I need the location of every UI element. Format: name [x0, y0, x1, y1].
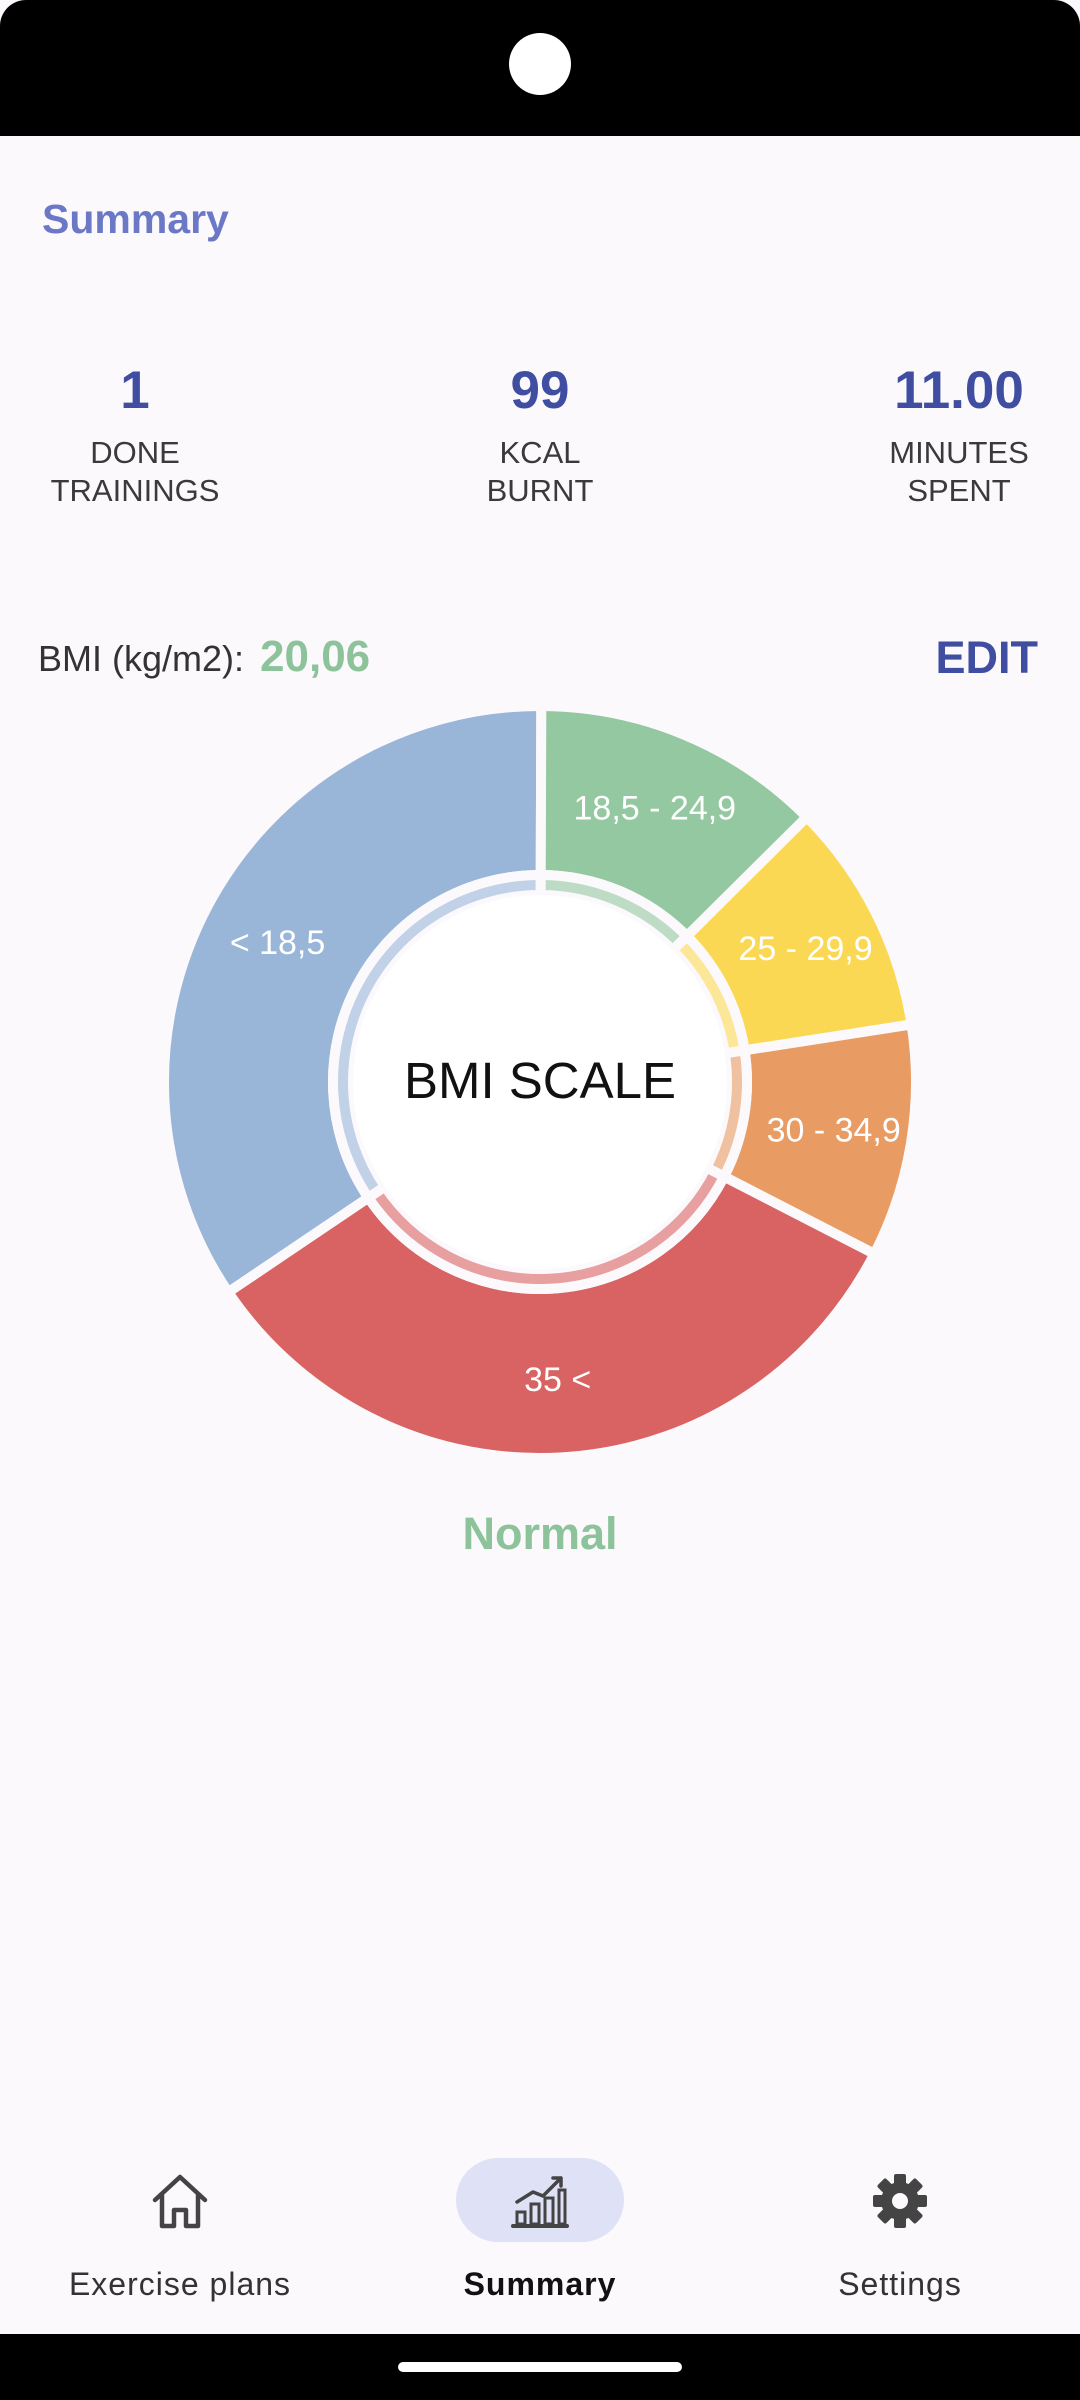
gear-icon: [873, 2174, 927, 2228]
bottom-navigation: Exercise plans Summary Settings: [0, 2140, 1080, 2335]
nav-item-summary[interactable]: Summary: [360, 2140, 720, 2335]
chart-slice-label: 18,5 - 24,9: [574, 790, 737, 828]
nav-label: Exercise plans: [68, 2266, 292, 2302]
chart-title: BMI SCALE: [404, 1052, 676, 1109]
nav-item-settings[interactable]: Settings: [720, 2140, 1080, 2335]
chart-slice-label: < 18,5: [230, 924, 325, 962]
nav-label: Settings: [838, 2266, 962, 2302]
nav-item-exercise-plans[interactable]: Exercise plans: [0, 2140, 360, 2335]
chart-slice-label: 35 <: [524, 1361, 591, 1399]
bmi-scale-chart: BMI SCALE < 18,5 18,5 - 24,9 25 - 29,9 30 -…: [158, 700, 921, 1463]
home-icon: [152, 2174, 208, 2229]
bmi-category: Normal: [462, 1508, 618, 1559]
chart-slice-label: 30 - 34,9: [767, 1112, 901, 1150]
chart-icon: [511, 2176, 569, 2228]
gesture-bar: [0, 2334, 1080, 2400]
nav-label: Summary: [463, 2266, 617, 2302]
home-indicator[interactable]: [398, 2362, 682, 2372]
chart-slice-label: 25 - 29,9: [738, 930, 872, 968]
